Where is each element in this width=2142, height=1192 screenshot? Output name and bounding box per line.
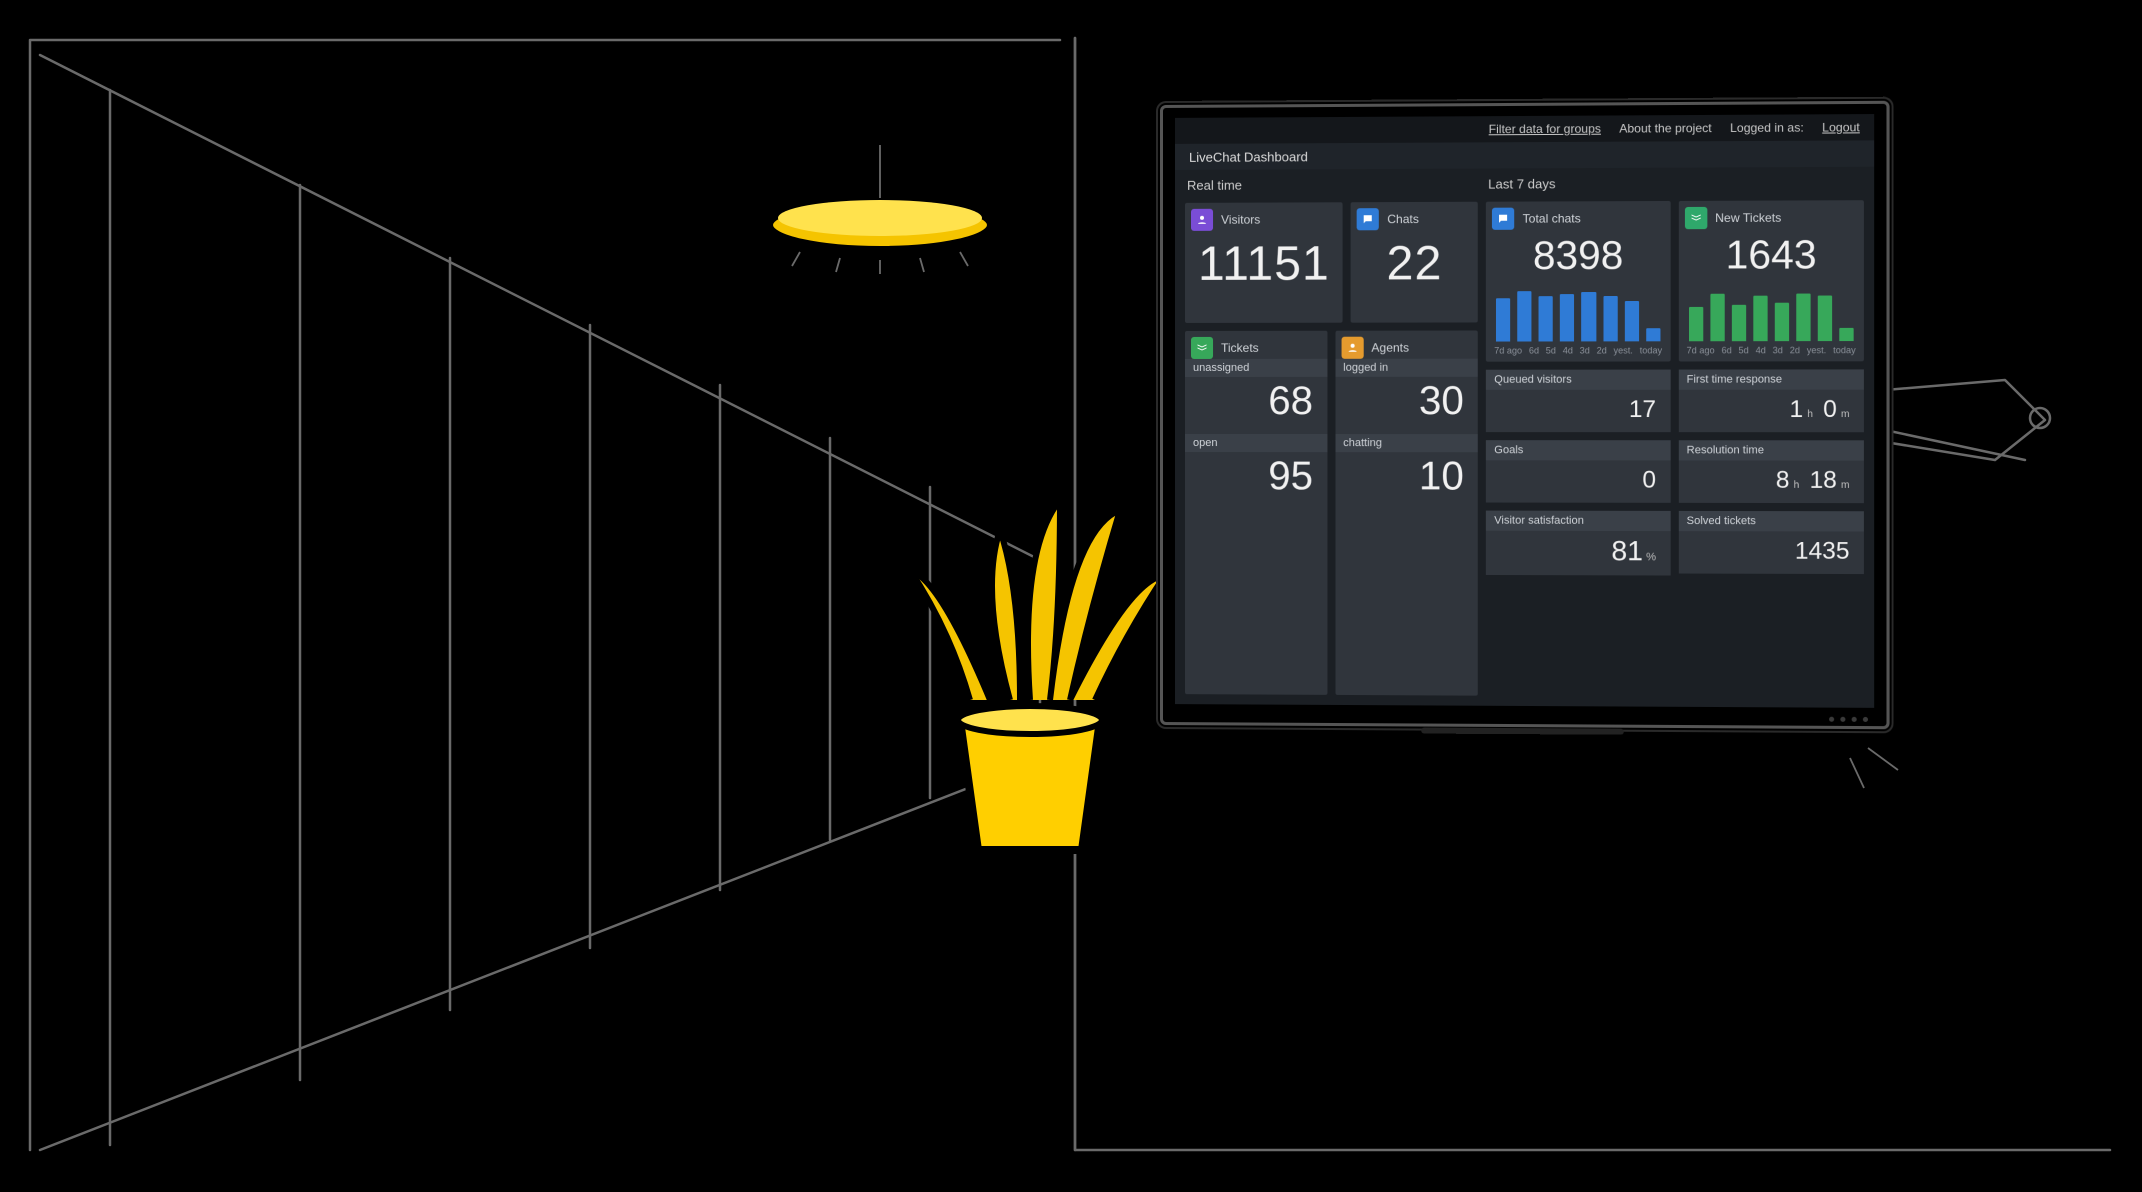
agents-icon (1341, 337, 1363, 359)
resolution-label: Resolution time (1678, 440, 1863, 460)
agents-label: Agents (1371, 341, 1409, 355)
monitor-bracket-icon (1885, 380, 2050, 460)
ceiling-lamp-icon (770, 145, 990, 274)
plant-icon (910, 500, 1165, 850)
visitors-label: Visitors (1221, 213, 1260, 227)
queued-label: Queued visitors (1486, 370, 1670, 390)
first-response-h: 1 (1789, 396, 1803, 424)
section-realtime-label: Real time (1185, 177, 1478, 193)
wall-monitor: Filter data for groups About the project… (1160, 101, 1890, 729)
about-project-link[interactable]: About the project (1619, 121, 1711, 136)
new-tickets-label: New Tickets (1715, 211, 1781, 225)
first-response-card: First time response 1h 0m (1678, 369, 1863, 432)
solved-label: Solved tickets (1678, 511, 1863, 532)
resolution-m: 18 (1810, 467, 1837, 495)
section-last7-label: Last 7 days (1486, 175, 1864, 192)
queued-value: 17 (1486, 390, 1670, 432)
total-chats-label: Total chats (1523, 211, 1581, 225)
tickets-label: Tickets (1221, 341, 1259, 355)
visitors-card: Visitors 11151 (1185, 202, 1343, 323)
satisfaction-card: Visitor satisfaction 81 % (1486, 511, 1670, 576)
logout-link[interactable]: Logout (1822, 120, 1860, 134)
tickets-open-value: 95 (1185, 452, 1327, 509)
resolution-h: 8 (1776, 467, 1790, 495)
top-bar: Filter data for groups About the project… (1175, 114, 1874, 144)
solved-card: Solved tickets 1435 (1678, 511, 1863, 574)
goals-value: 0 (1486, 460, 1670, 503)
chats-card: Chats 22 (1351, 202, 1478, 323)
chats-icon (1357, 208, 1379, 230)
tickets-unassigned-value: 68 (1185, 377, 1327, 434)
tickets-icon (1191, 337, 1213, 359)
new-tickets-icon (1685, 207, 1707, 229)
visitors-icon (1191, 209, 1213, 231)
queued-card: Queued visitors 17 (1486, 370, 1670, 433)
total-chats-icon (1492, 208, 1514, 230)
satisfaction-label: Visitor satisfaction (1486, 511, 1670, 532)
chats-value: 22 (1351, 230, 1478, 306)
new-tickets-chart (1678, 280, 1863, 341)
new-tickets-value: 1643 (1678, 229, 1863, 281)
tickets-unassigned-label: unassigned (1185, 359, 1327, 377)
solved-value: 1435 (1678, 531, 1863, 574)
satisfaction-value: 81 (1611, 535, 1643, 567)
satisfaction-unit: % (1646, 551, 1656, 563)
total-chats-value: 8398 (1486, 229, 1670, 281)
first-response-label: First time response (1678, 369, 1863, 389)
agents-loggedin-label: logged in (1335, 359, 1478, 377)
resolution-card: Resolution time 8h 18m (1678, 440, 1863, 503)
agents-card: Agents logged in 30 chatting 10 (1335, 331, 1478, 696)
goals-card: Goals 0 (1486, 440, 1670, 503)
first-response-m: 0 (1823, 396, 1837, 424)
monitor-leds (1829, 717, 1868, 722)
agents-loggedin-value: 30 (1335, 377, 1478, 434)
new-tickets-card: New Tickets 1643 7d ago6d5d4d3d2dyest.to… (1678, 200, 1863, 361)
filter-groups-link[interactable]: Filter data for groups (1489, 122, 1601, 137)
tickets-open-label: open (1185, 434, 1327, 452)
logged-in-label: Logged in as: (1730, 120, 1804, 135)
visitors-value: 11151 (1185, 230, 1343, 306)
total-chats-card: Total chats 8398 7d ago6d5d4d3d2dyest.to… (1486, 201, 1670, 362)
agents-chatting-value: 10 (1335, 452, 1478, 509)
app-title: LiveChat Dashboard (1175, 140, 1874, 170)
dashboard-screen: Filter data for groups About the project… (1175, 114, 1874, 708)
chats-label: Chats (1387, 212, 1419, 226)
agents-chatting-label: chatting (1335, 434, 1478, 452)
total-chats-chart (1486, 281, 1670, 342)
tickets-card: Tickets unassigned 68 open 95 (1185, 331, 1327, 695)
goals-label: Goals (1486, 440, 1670, 460)
